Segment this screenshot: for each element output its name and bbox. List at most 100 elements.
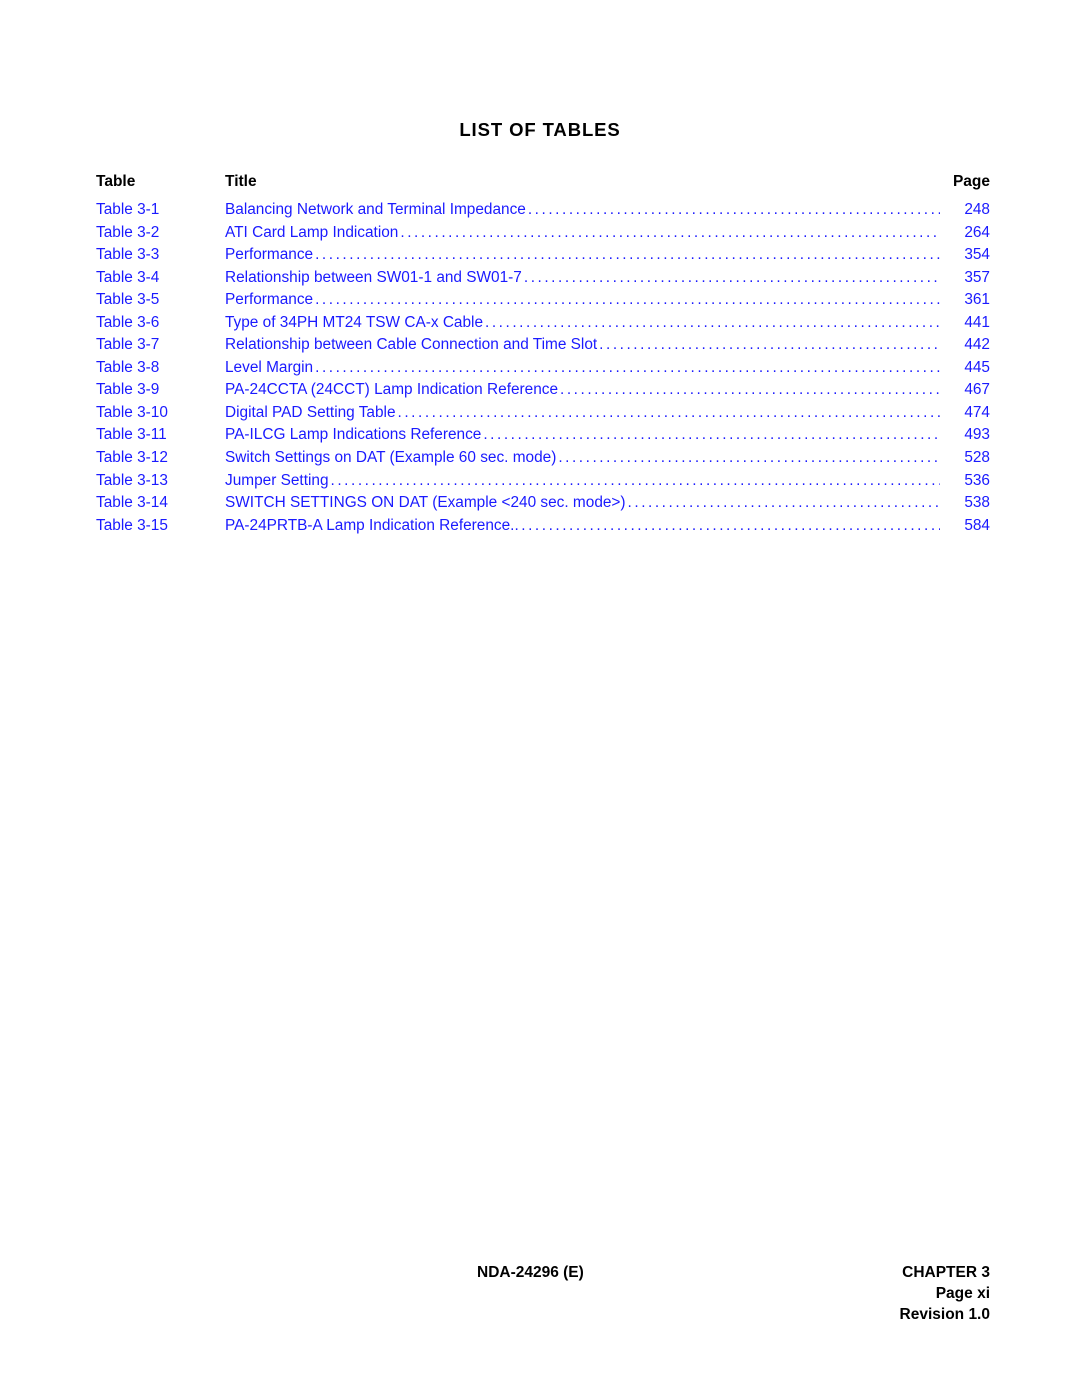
- leader-dots: [527, 201, 940, 219]
- leader-dots: [397, 404, 940, 422]
- leader-dots: [484, 314, 940, 332]
- table-row[interactable]: Table 3-13 Jumper Setting 536: [96, 472, 990, 495]
- list-of-tables: Table 3-1 Balancing Network and Terminal …: [96, 201, 990, 539]
- table-entry-title-wrap: ATI Card Lamp Indication: [225, 224, 940, 242]
- document-page: LIST OF TABLES Table Title Page Table 3-…: [0, 0, 1080, 1397]
- table-entry-page: 354: [964, 246, 990, 264]
- table-entry-title: PA-24PRTB-A Lamp Indication Reference.: [225, 516, 515, 534]
- table-row[interactable]: Table 3-2 ATI Card Lamp Indication 264: [96, 224, 990, 247]
- leader-dots: [559, 381, 940, 399]
- footer-revision: Revision 1.0: [899, 1306, 990, 1323]
- table-entry-label: Table 3-12: [96, 449, 168, 467]
- table-row[interactable]: Table 3-11 PA-ILCG Lamp Indications Refer…: [96, 426, 990, 449]
- table-entry-label: Table 3-7: [96, 336, 160, 354]
- column-header-row: Table Title Page: [96, 173, 990, 193]
- leader-dots: [627, 494, 940, 512]
- table-entry-label: Table 3-1: [96, 201, 160, 218]
- footer-chapter: CHAPTER 3: [902, 1264, 990, 1281]
- table-entry-title: Switch Settings on DAT (Example 60 sec. …: [225, 449, 557, 467]
- footer-document-number: NDA-24296 (E): [477, 1264, 584, 1281]
- leader-dots: [482, 426, 940, 444]
- table-entry-label: Table 3-13: [96, 471, 168, 489]
- table-entry-title: Balancing Network and Terminal Impedance: [225, 201, 526, 218]
- table-entry-title-wrap: Performance: [225, 291, 940, 309]
- table-entry-title: Relationship between Cable Connection an…: [225, 336, 598, 354]
- table-row[interactable]: Table 3-5 Performance 361: [96, 291, 990, 314]
- table-entry-label: Table 3-3: [96, 246, 160, 264]
- table-entry-label: Table 3-6: [96, 313, 160, 331]
- table-entry-page: 361: [964, 291, 990, 309]
- leader-dots: [399, 224, 940, 242]
- leader-dots: [314, 246, 940, 264]
- table-entry-label: Table 3-8: [96, 358, 160, 376]
- table-row[interactable]: Table 3-1 Balancing Network and Terminal …: [96, 201, 990, 224]
- leader-dots: [523, 269, 940, 287]
- table-entry-title-wrap: SWITCH SETTINGS ON DAT (Example <240 sec…: [225, 494, 940, 512]
- table-entry-title-wrap: Relationship between Cable Connection an…: [225, 336, 940, 354]
- table-entry-page: 467: [964, 381, 990, 399]
- table-entry-label: Table 3-4: [96, 268, 160, 286]
- table-entry-label: Table 3-14: [96, 494, 168, 512]
- table-entry-title-wrap: PA-ILCG Lamp Indications Reference: [225, 426, 940, 444]
- table-entry-label: Table 3-2: [96, 223, 160, 241]
- table-entry-title-wrap: PA-24PRTB-A Lamp Indication Reference.: [225, 517, 940, 535]
- table-entry-title-wrap: Jumper Setting: [225, 472, 940, 490]
- leader-dots: [598, 336, 940, 354]
- table-entry-title: Performance: [225, 291, 314, 309]
- table-entry-page: 442: [964, 336, 990, 354]
- table-entry-title-wrap: Balancing Network and Terminal Impedance: [225, 201, 940, 219]
- table-row[interactable]: Table 3-12 Switch Settings on DAT (Exampl…: [96, 449, 990, 472]
- table-entry-label: Table 3-9: [96, 381, 160, 399]
- leader-dots: [314, 291, 940, 309]
- table-entry-title-wrap: Level Margin: [225, 359, 940, 377]
- table-entry-page: 584: [964, 516, 990, 534]
- table-entry-title-wrap: Relationship between SW01-1 and SW01-7: [225, 269, 940, 287]
- table-entry-page: 538: [964, 494, 990, 512]
- leader-dots: [514, 517, 940, 535]
- table-entry-title-wrap: Performance: [225, 246, 940, 264]
- table-entry-title: Digital PAD Setting Table: [225, 403, 396, 421]
- table-entry-title: Level Margin: [225, 358, 314, 376]
- table-entry-page: 248: [964, 201, 990, 218]
- table-row[interactable]: Table 3-15 PA-24PRTB-A Lamp Indication Re…: [96, 517, 990, 540]
- column-header-table: Table: [96, 173, 136, 190]
- footer-line-1: NDA-24296 (E) CHAPTER 3: [96, 1262, 990, 1283]
- table-row[interactable]: Table 3-8 Level Margin 445: [96, 359, 990, 382]
- page-title: LIST OF TABLES: [459, 119, 621, 140]
- table-entry-title: ATI Card Lamp Indication: [225, 223, 399, 241]
- table-row[interactable]: Table 3-7 Relationship between Cable Conn…: [96, 336, 990, 359]
- table-entry-title-wrap: PA-24CCTA (24CCT) Lamp Indication Refere…: [225, 381, 940, 399]
- table-entry-page: 474: [964, 403, 990, 421]
- table-entry-title-wrap: Switch Settings on DAT (Example 60 sec. …: [225, 449, 940, 467]
- table-entry-label: Table 3-10: [96, 403, 168, 421]
- table-entry-title: Performance: [225, 246, 314, 264]
- table-entry-title: Jumper Setting: [225, 471, 329, 489]
- table-entry-page: 493: [964, 426, 990, 444]
- table-entry-page: 357: [964, 268, 990, 286]
- table-entry-label: Table 3-11: [96, 426, 167, 444]
- table-entry-title: Type of 34PH MT24 TSW CA-x Cable: [225, 313, 484, 331]
- table-entry-title: PA-24CCTA (24CCT) Lamp Indication Refere…: [225, 381, 559, 399]
- table-entry-title-wrap: Type of 34PH MT24 TSW CA-x Cable: [225, 314, 940, 332]
- table-row[interactable]: Table 3-6 Type of 34PH MT24 TSW CA-x Cabl…: [96, 314, 990, 337]
- table-entry-page: 528: [964, 449, 990, 467]
- table-entry-page: 441: [964, 313, 990, 331]
- table-row[interactable]: Table 3-10 Digital PAD Setting Table 474: [96, 404, 990, 427]
- table-entry-title-wrap: Digital PAD Setting Table: [225, 404, 940, 422]
- table-row[interactable]: Table 3-9 PA-24CCTA (24CCT) Lamp Indicati…: [96, 381, 990, 404]
- table-entry-page: 536: [964, 471, 990, 489]
- column-header-title: Title: [225, 173, 257, 190]
- table-row[interactable]: Table 3-14 SWITCH SETTINGS ON DAT (Exampl…: [96, 494, 990, 517]
- table-entry-page: 445: [964, 358, 990, 376]
- leader-dots: [557, 449, 940, 467]
- table-entry-label: Table 3-15: [96, 516, 168, 534]
- column-header-page: Page: [952, 173, 990, 190]
- table-entry-title: Relationship between SW01-1 and SW01-7: [225, 268, 522, 286]
- table-entry-label: Table 3-5: [96, 291, 160, 309]
- leader-dots: [314, 359, 940, 377]
- table-entry-title: PA-ILCG Lamp Indications Reference: [225, 426, 482, 444]
- page-footer: NDA-24296 (E) CHAPTER 3 Page xi Revision…: [96, 1262, 990, 1325]
- table-row[interactable]: Table 3-3 Performance 354: [96, 246, 990, 269]
- table-row[interactable]: Table 3-4 Relationship between SW01-1 and…: [96, 269, 990, 292]
- footer-page-label: Page xi: [935, 1285, 990, 1302]
